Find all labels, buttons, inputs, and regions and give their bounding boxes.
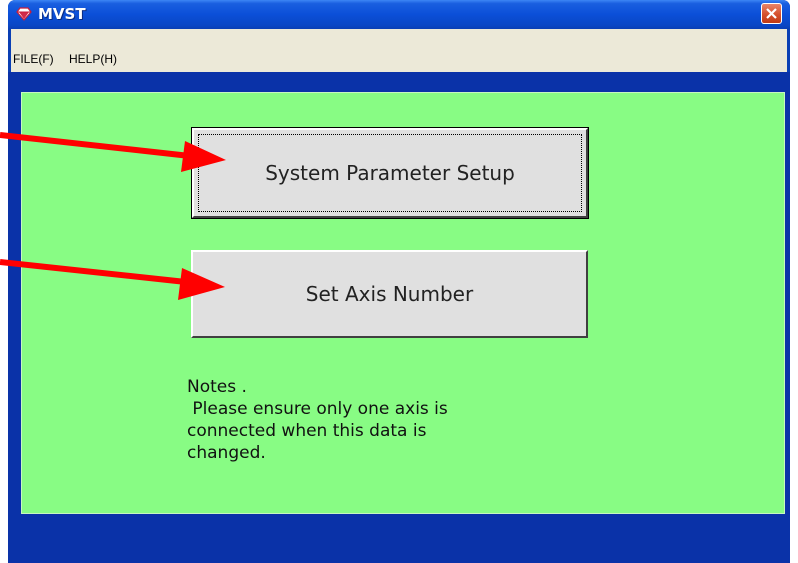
notes-line: Please ensure only one axis is: [187, 399, 448, 419]
menu-bar: FILE(F) HELP(H): [8, 29, 790, 72]
set-axis-number-label: Set Axis Number: [305, 282, 474, 306]
main-panel: System Parameter Setup Set Axis Number N…: [21, 92, 785, 514]
diamond-app-icon: [16, 7, 32, 21]
set-axis-number-button[interactable]: Set Axis Number: [191, 250, 588, 338]
notes-text: Notes . Please ensure only one axis is c…: [187, 376, 448, 464]
notes-line: Notes .: [187, 377, 247, 397]
menu-help[interactable]: HELP(H): [69, 52, 117, 66]
window-title: MVST: [38, 5, 86, 23]
title-bar[interactable]: MVST: [8, 0, 790, 29]
client-area: System Parameter Setup Set Axis Number N…: [11, 72, 787, 563]
menu-file[interactable]: FILE(F): [13, 52, 54, 66]
close-button[interactable]: [761, 3, 782, 24]
notes-line: changed.: [187, 443, 266, 463]
close-icon: [766, 8, 777, 19]
notes-line: connected when this data is: [187, 421, 427, 441]
system-parameter-setup-button[interactable]: System Parameter Setup: [191, 127, 589, 219]
focus-rectangle: [198, 134, 582, 212]
mvst-window: MVST FILE(F) HELP(H) System Parameter Se…: [8, 0, 790, 563]
